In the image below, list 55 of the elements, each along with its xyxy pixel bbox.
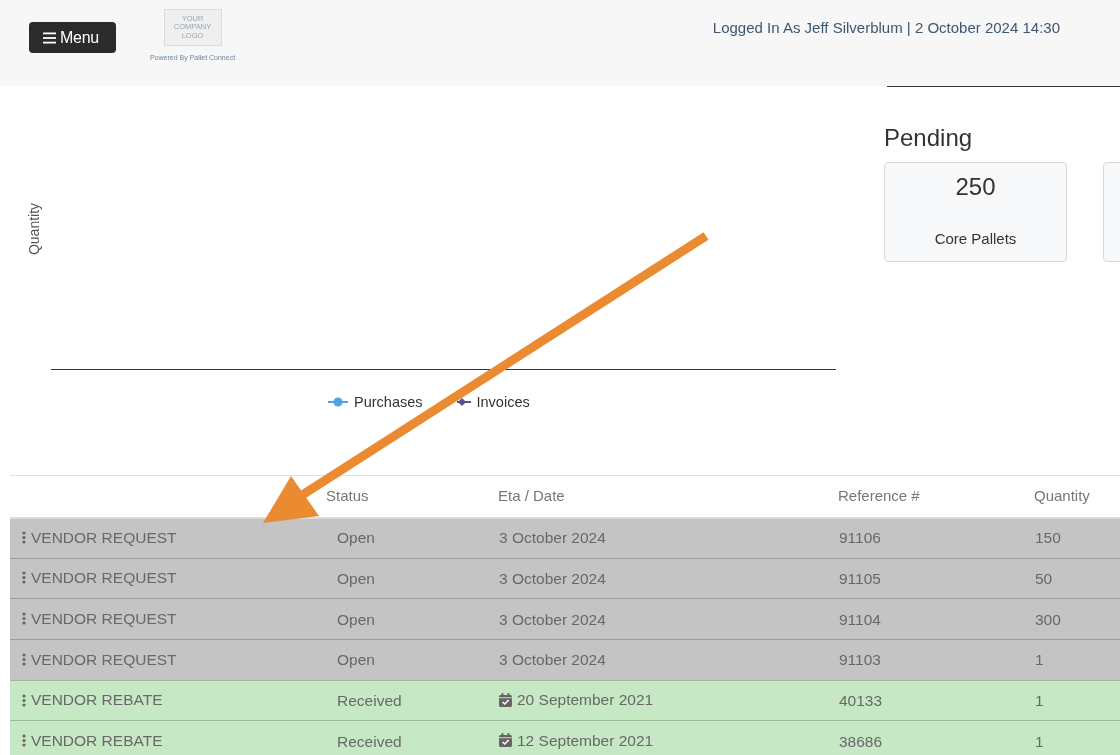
vertical-dots-icon[interactable] [22, 531, 26, 545]
section-heading: Pending [884, 123, 974, 152]
table-row[interactable]: VENDOR REBATE Received 12 September 2021 38686 1 [10, 720, 1120, 755]
reference-text: 91103 [839, 651, 881, 669]
y-axis-label: Quantity [26, 202, 42, 256]
vertical-dots-icon[interactable] [22, 693, 26, 707]
status-text: Open [337, 651, 375, 669]
table-row[interactable]: VENDOR REQUEST Open 3 October 2024 91103 1 [10, 639, 1120, 681]
table-row[interactable]: VENDOR REQUEST Open 3 October 2024 91105 50 [10, 558, 1120, 599]
date-text: 20 September 2021 [517, 690, 654, 711]
stat-value: 250 [954, 173, 997, 201]
column-header: Eta / Date [498, 487, 565, 504]
vertical-dots-icon[interactable] [22, 734, 26, 748]
status-text: Received [337, 691, 402, 709]
stat-label: Core Pallets [933, 230, 1018, 248]
reference-text: 91106 [839, 529, 881, 547]
legend-label: Purchases [354, 393, 423, 411]
quantity-text: 50 [1035, 569, 1053, 587]
row-type-text: VENDOR REQUEST [31, 527, 177, 548]
quantity-text: 1 [1035, 651, 1044, 669]
column-header: Status [326, 487, 369, 504]
date-text: 12 September 2021 [517, 730, 654, 751]
date-text: 3 October 2024 [499, 609, 606, 630]
quantity-text: 300 [1035, 610, 1061, 628]
column-header: Quantity [1034, 487, 1090, 504]
menu-icon [43, 31, 56, 44]
legend-label: Invoices [476, 393, 530, 411]
reference-text: 91105 [839, 569, 881, 587]
quantity-text: 150 [1035, 529, 1061, 547]
status-text: Open [337, 529, 375, 547]
row-type-text: VENDOR REQUEST [31, 649, 177, 670]
row-type-text: VENDOR REBATE [31, 731, 163, 752]
quantity-text: 1 [1035, 732, 1044, 750]
status-text: Received [337, 732, 402, 750]
status-text: Open [337, 569, 375, 587]
menu-button[interactable]: Menu [29, 22, 116, 53]
user-info-text: Logged In As Jeff Silverblum | 2 October 2024 14:30 [712, 19, 1060, 37]
vertical-dots-icon[interactable] [22, 571, 26, 585]
vertical-dots-icon[interactable] [22, 652, 26, 666]
row-type-text: VENDOR REBATE [31, 690, 163, 711]
table-row[interactable]: VENDOR REQUEST Open 3 October 2024 91106 150 [10, 517, 1120, 559]
date-text: 3 October 2024 [499, 568, 606, 589]
quantity-text: 1 [1035, 691, 1044, 709]
date-text: 3 October 2024 [499, 650, 606, 671]
vertical-dots-icon[interactable] [22, 612, 26, 626]
status-text: Open [337, 610, 375, 628]
reference-text: 40133 [839, 691, 883, 709]
reference-text: 38686 [839, 732, 883, 750]
table-row[interactable]: VENDOR REQUEST Open 3 October 2024 91104 300 [10, 598, 1120, 640]
row-type-text: VENDOR REQUEST [31, 609, 177, 630]
table-row[interactable]: VENDOR REBATE Received 20 September 2021 40133 1 [10, 680, 1120, 721]
row-type-text: VENDOR REQUEST [31, 568, 177, 589]
column-header: Reference # [838, 487, 920, 504]
date-text: 3 October 2024 [499, 528, 606, 549]
reference-text: 91104 [839, 610, 881, 628]
